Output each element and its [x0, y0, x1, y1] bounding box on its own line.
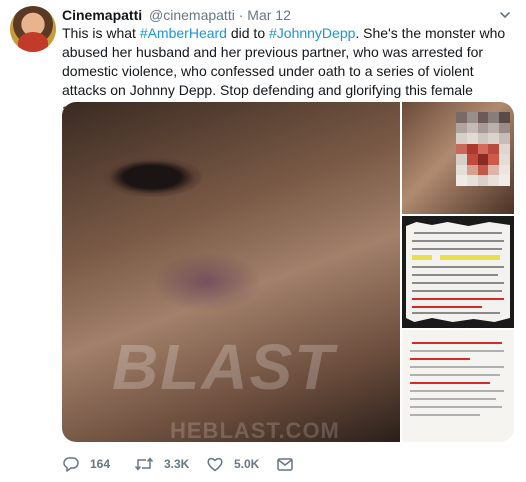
separator-dot: ·: [238, 7, 244, 23]
photo-main[interactable]: BLAST HEBLAST.COM: [62, 102, 400, 442]
tweet-header: Cinemapatti @cinemapatti · Mar 12: [62, 6, 291, 24]
document-paper: [406, 222, 510, 322]
watermark: BLAST: [112, 331, 336, 403]
tweet-date[interactable]: Mar 12: [247, 7, 291, 23]
watermark-sub: HEBLAST.COM: [170, 418, 340, 442]
avatar[interactable]: [10, 6, 56, 52]
direct-message-icon: [276, 455, 294, 473]
like-button[interactable]: 5.0K: [206, 454, 259, 474]
text-segment: This is what: [62, 25, 140, 41]
hashtag-link-amberheard[interactable]: #AmberHeard: [140, 25, 227, 41]
document-photo-1[interactable]: [402, 216, 514, 328]
reply-icon: [62, 455, 80, 473]
heart-icon: [206, 455, 224, 473]
photo-top-right[interactable]: [402, 102, 514, 214]
chevron-down-icon[interactable]: [498, 8, 512, 22]
photo-detail: [152, 252, 262, 312]
text-segment: did to: [226, 25, 269, 41]
author-name[interactable]: Cinemapatti: [62, 7, 142, 23]
reply-button[interactable]: 164: [62, 454, 110, 474]
photo-detail: [102, 157, 202, 197]
reply-count: 164: [90, 457, 111, 471]
like-count: 5.0K: [234, 457, 260, 471]
direct-message-button[interactable]: [276, 454, 294, 474]
document-photo-2[interactable]: [402, 330, 514, 442]
hashtag-link-johnnydepp[interactable]: #JohnnyDepp: [269, 25, 355, 41]
pixelated-face: [456, 112, 510, 186]
retweet-button[interactable]: 3.3K: [134, 454, 189, 474]
retweet-count: 3.3K: [164, 457, 190, 471]
retweet-icon: [134, 455, 154, 473]
author-handle[interactable]: @cinemapatti: [149, 7, 235, 23]
media-grid: BLAST HEBLAST.COM: [62, 102, 514, 442]
tweet-actions: 164 3.3K 5.0K: [62, 454, 512, 474]
